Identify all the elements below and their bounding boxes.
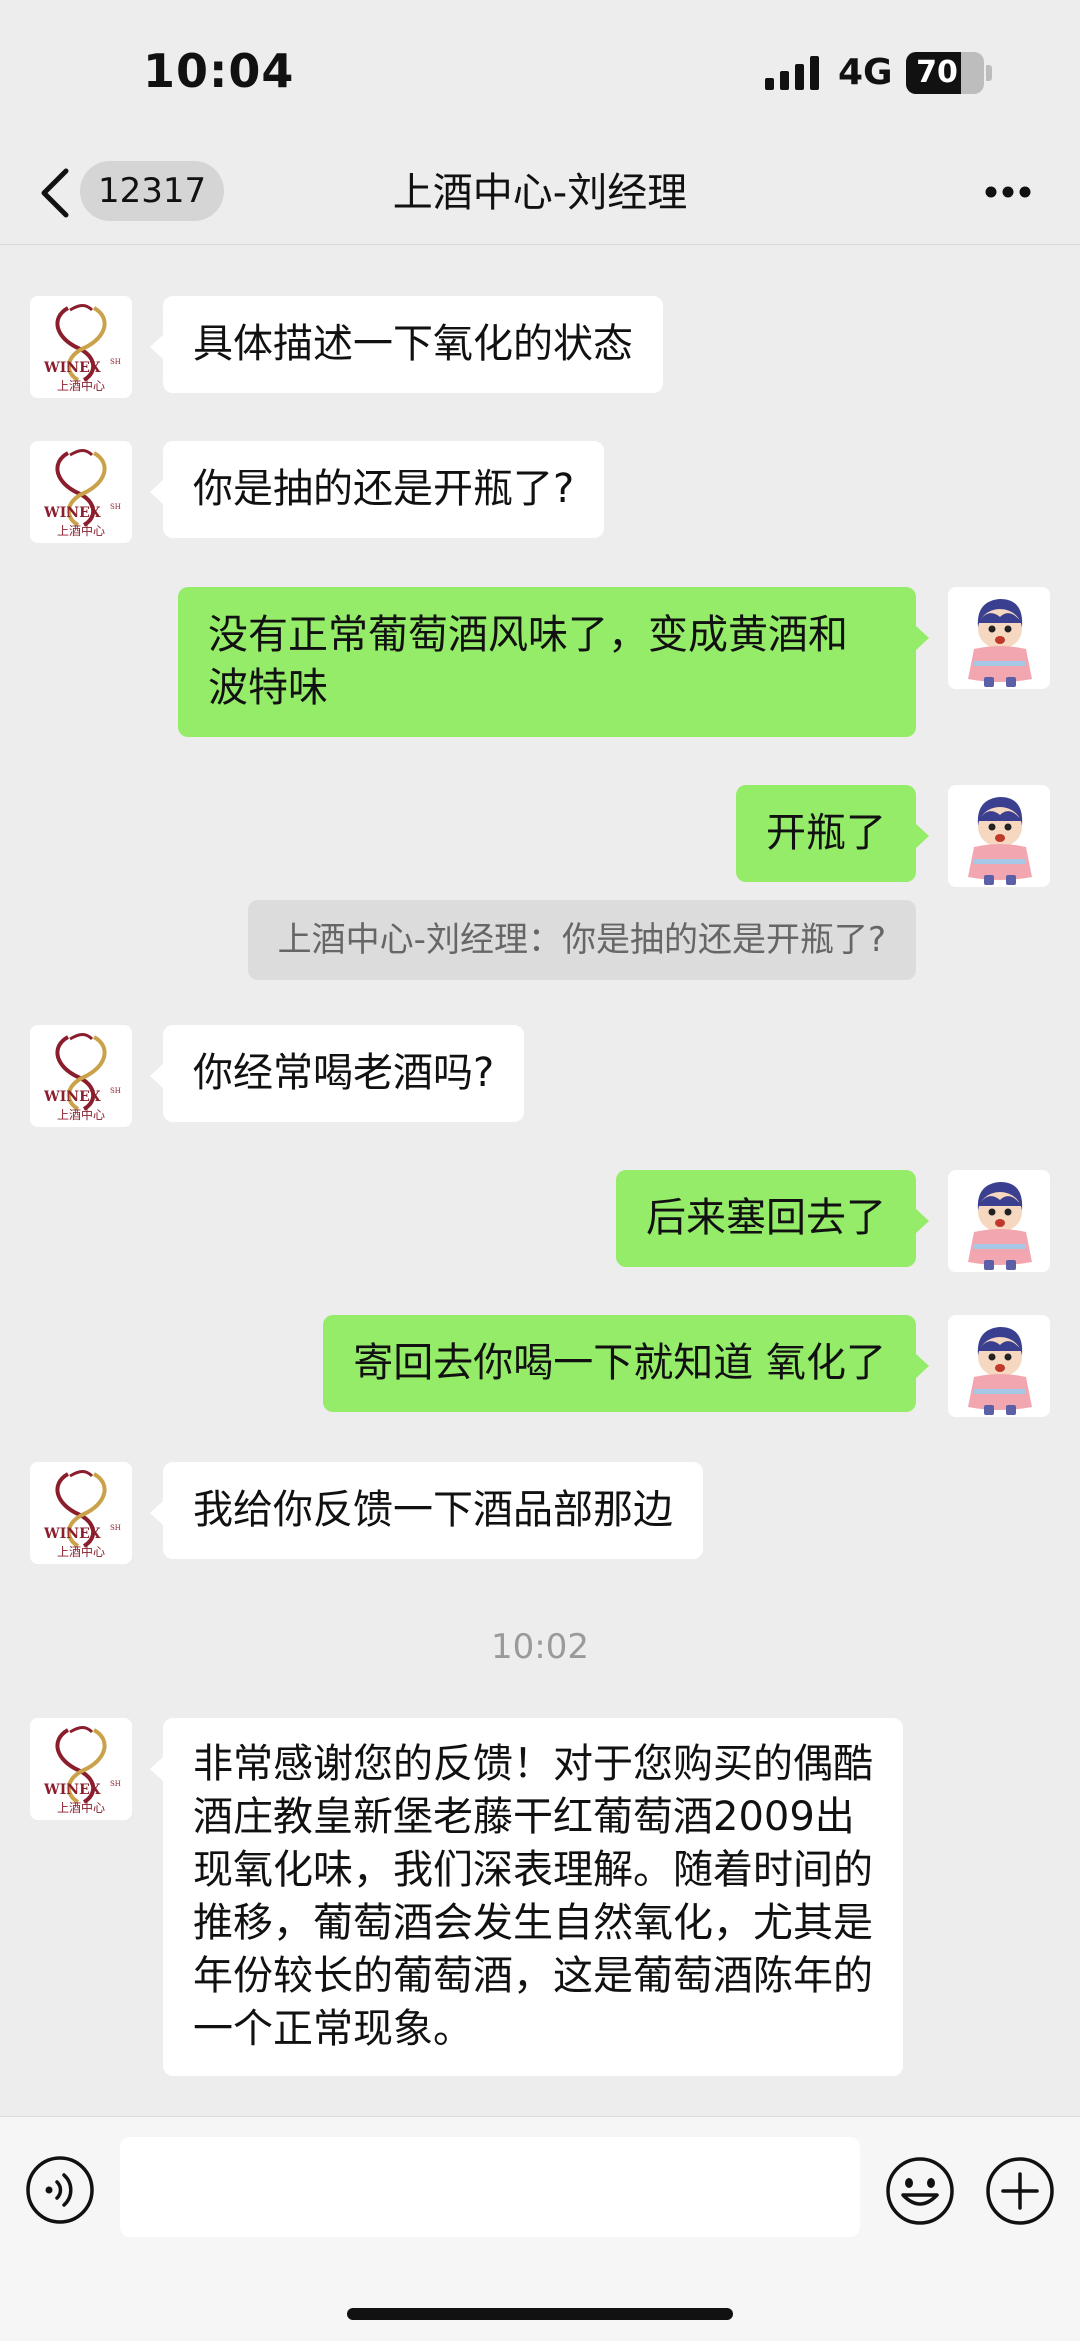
svg-text:SH: SH [110,503,121,511]
network-type: 4G [838,52,893,93]
svg-text:上酒中心: 上酒中心 [57,378,105,393]
status-bar: 10:04 4G 70 [0,0,1080,145]
message-bubble-incoming[interactable]: 我给你反馈一下酒品部那边 [150,1462,703,1559]
svg-text:WINEX: WINEX [43,1089,101,1105]
message-bubble-incoming[interactable]: 你经常喝老酒吗? [149,1025,525,1122]
contact-avatar[interactable]: WINEX SH 上酒中心 [30,1462,132,1564]
back-chevron-icon[interactable] [40,167,70,219]
contact-avatar[interactable]: WINEX SH 上酒中心 [30,441,132,543]
message-bubble-outgoing[interactable]: 后来塞回去了 [616,1170,929,1267]
unread-count-badge[interactable]: 12317 [80,161,225,221]
battery-level: 70 [916,55,958,90]
svg-text:WINEX: WINEX [43,505,101,521]
svg-text:上酒中心: 上酒中心 [57,523,105,538]
svg-text:SH: SH [110,1087,121,1095]
message-bubble-outgoing[interactable]: 没有正常葡萄酒风味了，变成黄酒和波特味 [178,587,929,737]
svg-text:上酒中心: 上酒中心 [57,1544,105,1559]
svg-text:WINEX: WINEX [43,1526,101,1542]
svg-text:上酒中心: 上酒中心 [57,1800,105,1815]
svg-text:SH: SH [110,1524,121,1532]
message-bubble-outgoing[interactable]: 寄回去你喝一下就知道 氧化了 [323,1315,929,1412]
svg-text:WINEX: WINEX [43,1782,101,1798]
voice-input-icon[interactable] [25,2155,95,2225]
contact-avatar[interactable]: WINEX SH 上酒中心 [30,1718,132,1820]
status-time: 10:04 [143,44,295,98]
message-bubble-incoming[interactable]: 非常感谢您的反馈！对于您购买的偶酷酒庄教皇新堡老藤干红葡萄酒2009出现氧化味，… [150,1718,903,2076]
chat-title: 上酒中心-刘经理 [392,170,688,216]
message-bubble-outgoing[interactable]: 开瓶了 [736,785,929,882]
cellular-signal-icon [765,56,819,90]
more-options-icon[interactable] [984,185,1032,199]
user-avatar[interactable] [948,785,1050,887]
add-more-icon[interactable] [984,2155,1056,2227]
contact-avatar[interactable]: WINEX SH 上酒中心 [30,296,132,398]
message-timestamp: 10:02 [491,1627,589,1667]
home-indicator[interactable] [347,2308,733,2320]
battery-icon: 70 [906,52,984,94]
chat-header: 12317 上酒中心-刘经理 [0,145,1080,245]
quoted-message[interactable]: 上酒中心-刘经理：你是抽的还是开瓶了? [247,900,916,980]
message-bubble-incoming[interactable]: 你是抽的还是开瓶了? [149,441,605,538]
svg-text:SH: SH [110,358,121,366]
svg-text:WINEX: WINEX [43,360,101,376]
emoji-icon[interactable] [884,2155,956,2227]
message-bubble-incoming[interactable]: 具体描述一下氧化的状态 [150,296,663,393]
svg-text:SH: SH [110,1780,121,1788]
user-avatar[interactable] [948,587,1050,689]
message-input[interactable] [120,2137,860,2237]
user-avatar[interactable] [948,1170,1050,1272]
contact-avatar[interactable]: WINEX SH 上酒中心 [30,1025,132,1127]
battery-tip [986,65,992,81]
user-avatar[interactable] [948,1315,1050,1417]
svg-text:上酒中心: 上酒中心 [57,1107,105,1122]
